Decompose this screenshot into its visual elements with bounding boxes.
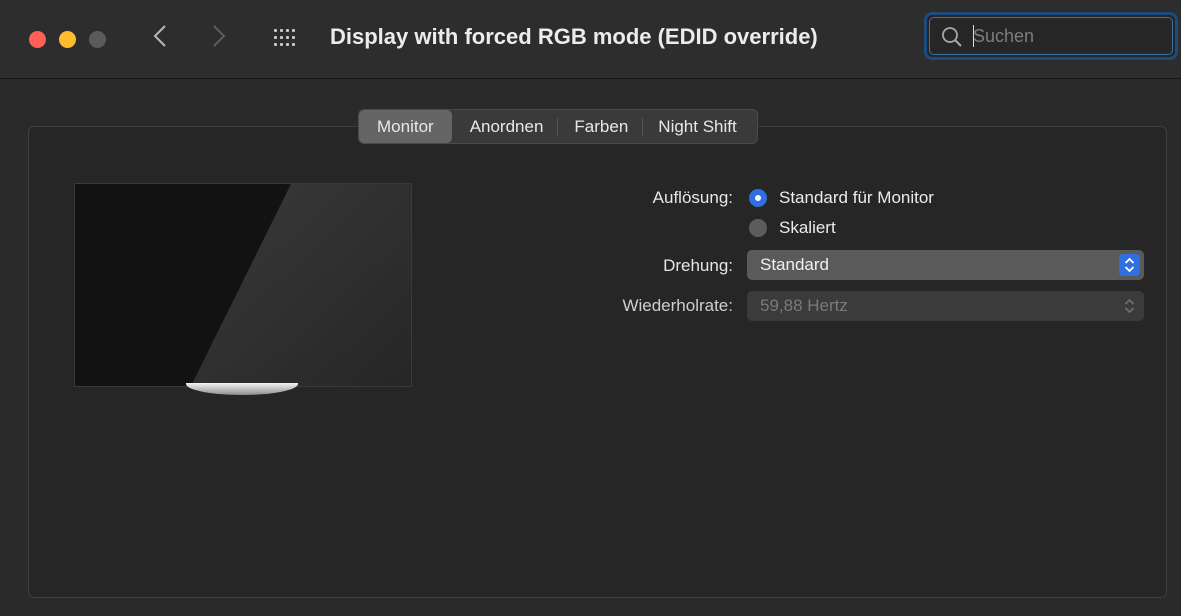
window-title: Display with forced RGB mode (EDID overr…	[330, 24, 818, 49]
up-down-chevron-icon	[1119, 295, 1140, 317]
rotation-label: Drehung:	[663, 256, 733, 275]
tab-monitor[interactable]: Monitor	[359, 110, 452, 143]
display-illustration	[74, 183, 412, 387]
search-field[interactable]	[924, 12, 1178, 60]
tab-night-shift[interactable]: Night Shift	[642, 110, 756, 143]
search-icon	[942, 27, 962, 47]
radio-standard-for-display[interactable]	[749, 189, 767, 207]
display-screen-image	[75, 184, 411, 386]
chevron-right-icon	[213, 25, 226, 47]
search-input[interactable]	[973, 24, 1163, 48]
rotation-select[interactable]: Standard	[747, 250, 1144, 280]
radio-scaled-label[interactable]: Skaliert	[779, 218, 836, 238]
text-caret	[973, 25, 974, 47]
minimize-button[interactable]	[59, 31, 76, 48]
refresh-rate-value: 59,88 Hertz	[760, 296, 848, 315]
back-button[interactable]	[153, 24, 167, 54]
radio-standard-label[interactable]: Standard für Monitor	[779, 188, 934, 208]
title-bar: Display with forced RGB mode (EDID overr…	[0, 0, 1181, 79]
tab-anordnen[interactable]: Anordnen	[452, 110, 558, 143]
up-down-chevron-icon	[1119, 254, 1140, 276]
close-button[interactable]	[29, 31, 46, 48]
forward-button	[212, 24, 226, 54]
radio-scaled[interactable]	[749, 219, 767, 237]
tab-bar: Monitor Anordnen Farben Night Shift	[358, 109, 758, 144]
chevron-left-icon	[153, 25, 166, 47]
rotation-value: Standard	[760, 255, 829, 274]
resolution-label: Auflösung:	[652, 188, 733, 207]
show-all-button[interactable]	[274, 29, 298, 49]
refresh-rate-label: Wiederholrate:	[622, 296, 733, 315]
zoom-button	[89, 31, 106, 48]
tab-farben[interactable]: Farben	[557, 110, 642, 143]
refresh-rate-select: 59,88 Hertz	[747, 291, 1144, 321]
